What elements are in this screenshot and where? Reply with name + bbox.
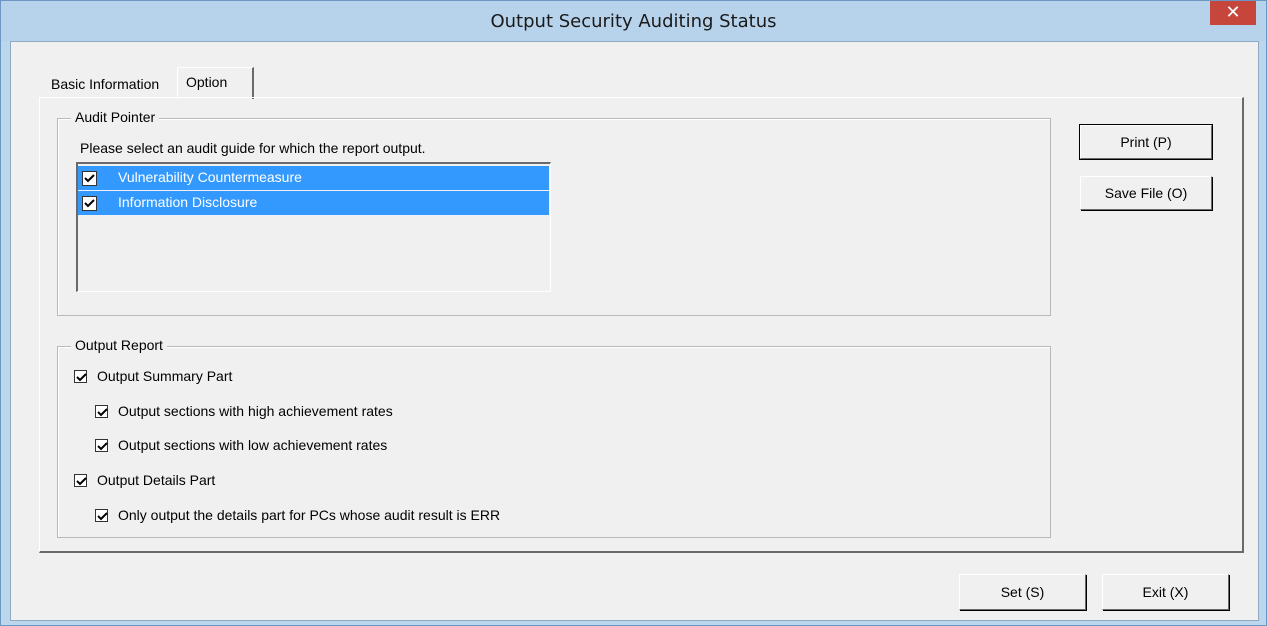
checkmark-icon <box>97 408 108 417</box>
output-details-part-label[interactable]: Output Details Part <box>97 472 215 488</box>
output-report-legend: Output Report <box>71 337 167 353</box>
output-summary-part-checkbox[interactable] <box>74 370 87 383</box>
print-button[interactable]: Print (P) <box>1079 124 1213 160</box>
list-item-label: Vulnerability Countermeasure <box>118 169 302 185</box>
tab-basic-information[interactable]: Basic Information <box>43 71 175 97</box>
title-bar[interactable]: Output Security Auditing Status ✕ <box>1 1 1266 41</box>
list-item-vulnerability-countermeasure[interactable]: Vulnerability Countermeasure <box>78 166 549 190</box>
close-button[interactable]: ✕ <box>1210 1 1256 25</box>
audit-instruction-text: Please select an audit guide for which t… <box>80 140 426 156</box>
low-achievement-checkbox[interactable] <box>95 439 108 452</box>
exit-button[interactable]: Exit (X) <box>1102 574 1229 610</box>
list-item-information-disclosure[interactable]: Information Disclosure <box>78 191 549 215</box>
err-only-checkbox[interactable] <box>95 509 108 522</box>
tab-option[interactable]: Option <box>177 67 254 99</box>
list-item-checkbox[interactable] <box>82 196 97 211</box>
checkmark-icon <box>84 174 95 183</box>
checkmark-icon <box>84 199 95 208</box>
output-details-part-checkbox[interactable] <box>74 474 87 487</box>
close-icon: ✕ <box>1225 2 1241 22</box>
set-button[interactable]: Set (S) <box>959 574 1086 610</box>
checkmark-icon <box>97 512 108 521</box>
low-achievement-label[interactable]: Output sections with low achievement rat… <box>118 437 387 453</box>
high-achievement-label[interactable]: Output sections with high achievement ra… <box>118 403 393 419</box>
err-only-label[interactable]: Only output the details part for PCs who… <box>118 507 500 523</box>
checkmark-icon <box>97 442 108 451</box>
list-item-checkbox[interactable] <box>82 171 97 186</box>
save-file-button[interactable]: Save File (O) <box>1080 176 1212 210</box>
audit-pointer-legend: Audit Pointer <box>71 109 160 125</box>
checkmark-icon <box>76 373 87 382</box>
list-item-label: Information Disclosure <box>118 194 258 210</box>
dialog-window: Output Security Auditing Status ✕ Basic … <box>0 0 1267 626</box>
audit-guide-listbox[interactable]: Vulnerability Countermeasure Information… <box>76 162 551 292</box>
high-achievement-checkbox[interactable] <box>95 405 108 418</box>
window-title: Output Security Auditing Status <box>490 11 777 32</box>
checkmark-icon <box>76 477 87 486</box>
output-summary-part-label[interactable]: Output Summary Part <box>97 368 232 384</box>
